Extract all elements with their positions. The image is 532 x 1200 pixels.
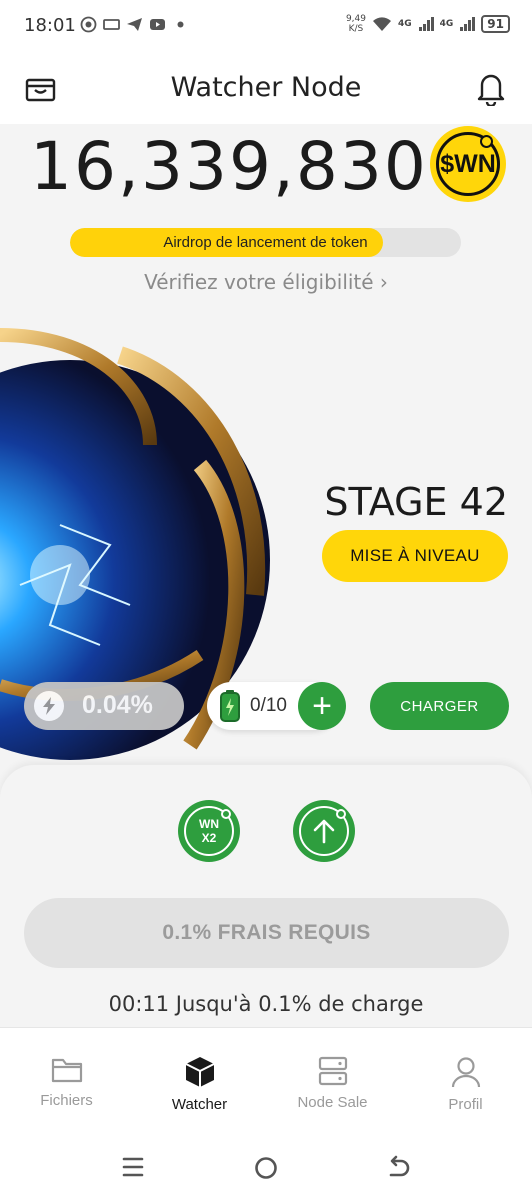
cube-icon: [185, 1057, 214, 1087]
notifications-button[interactable]: [474, 70, 508, 108]
add-battery-button[interactable]: +: [298, 682, 346, 730]
action-panel: [0, 765, 532, 1027]
status-notification-icons: [80, 16, 189, 33]
token-symbol: $WN: [440, 149, 496, 178]
user-icon: [451, 1057, 480, 1088]
app-header: Watcher Node: [0, 54, 532, 124]
wn-x2-label: WN X2: [199, 817, 219, 845]
nav-item-fichiers[interactable]: Fichiers: [0, 1028, 133, 1127]
back-button[interactable]: [385, 1155, 413, 1181]
nav-label: Node Sale: [297, 1094, 368, 1111]
mining-rate-pill: 0.04%: [24, 682, 184, 730]
bell-icon: [477, 74, 505, 108]
signal-label-1: 4G: [397, 19, 412, 29]
battery-icon: [220, 690, 240, 722]
telegram-icon: [126, 16, 143, 33]
more-dot-icon: [172, 16, 189, 33]
message-icon: [103, 16, 120, 33]
verify-eligibility-link[interactable]: Vérifiez votre éligibilité ›: [0, 270, 532, 294]
nav-item-node-sale[interactable]: Node Sale: [266, 1028, 399, 1127]
nav-label: Profil: [448, 1096, 483, 1113]
charge-button[interactable]: CHARGER: [370, 682, 509, 730]
nav-item-profil[interactable]: Profil: [399, 1028, 532, 1127]
home-circle-icon: [255, 1157, 277, 1179]
signal-icon: [418, 17, 434, 31]
battery-count: 0/10: [250, 695, 287, 716]
nav-item-watcher[interactable]: Watcher: [133, 1028, 266, 1127]
wn-x2-boost-button[interactable]: WN X2: [178, 800, 240, 862]
server-icon: [318, 1056, 347, 1086]
home-button[interactable]: [253, 1155, 281, 1181]
airdrop-label: Airdrop de lancement de token: [163, 234, 368, 251]
nav-label: Watcher: [171, 1096, 228, 1113]
folder-icon: [51, 1058, 82, 1083]
battery-indicator: 91: [481, 15, 510, 33]
youtube-icon: [149, 16, 166, 33]
arrow-up-icon: [313, 819, 335, 844]
net-speed: 9,49 K/S: [345, 14, 366, 34]
token-balance: 16,339,830: [30, 128, 428, 205]
signal-label-2: 4G: [439, 19, 454, 29]
stage-title: STAGE 42: [324, 480, 508, 524]
fee-required-button[interactable]: 0.1% FRAIS REQUIS: [24, 898, 509, 968]
upgrade-arrow-button[interactable]: [293, 800, 355, 862]
system-navigation-bar: [0, 1127, 532, 1200]
whatsapp-icon: [80, 16, 97, 33]
page-title: Watcher Node: [170, 72, 362, 103]
signal-icon: [460, 17, 476, 31]
wifi-icon: [372, 17, 391, 31]
charge-timer: 00:11 Jusqu'à 0.1% de charge: [108, 992, 424, 1016]
lightning-icon: [34, 691, 64, 721]
status-time: 18:01: [24, 15, 76, 36]
menu-icon: [122, 1157, 144, 1177]
status-system-icons: 9,49 K/S 4G 4G 91: [346, 14, 510, 34]
token-badge: $WN: [430, 126, 506, 202]
mining-rate-value: 0.04%: [82, 691, 153, 719]
airdrop-progress-bar: Airdrop de lancement de token: [70, 228, 461, 257]
back-arrow-icon: [389, 1155, 410, 1177]
status-bar: 18:01 9,49 K/S 4G 4G 91: [0, 0, 532, 54]
nav-label: Fichiers: [40, 1092, 93, 1109]
bottom-navigation: Fichiers Watcher Node Sale Profil: [0, 1027, 532, 1127]
recent-apps-button[interactable]: [120, 1155, 148, 1181]
upgrade-button[interactable]: MISE À NIVEAU: [322, 530, 508, 582]
